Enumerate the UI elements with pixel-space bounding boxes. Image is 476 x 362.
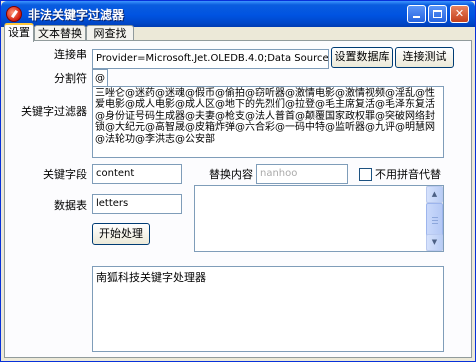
close-button[interactable]: ✕ bbox=[450, 5, 469, 23]
start-processing-button[interactable]: 开始处理 bbox=[92, 223, 150, 245]
keyword-filter-textarea[interactable]: 三唑仑@迷药@迷魂@假币@偷拍@窃听器@激情电影@激情视频@淫乱@性爱电影@成人… bbox=[92, 86, 444, 158]
tab-text-replace[interactable]: 文本替换 bbox=[34, 25, 86, 41]
key-field-input[interactable]: content bbox=[92, 164, 182, 184]
scroll-up-arrow-icon[interactable]: ▲ bbox=[426, 186, 443, 203]
app-icon[interactable] bbox=[6, 6, 22, 22]
pinyin-label[interactable]: 不用拼音代替 bbox=[375, 166, 441, 182]
replace-content-label: 替换内容 bbox=[209, 168, 253, 181]
output-listbox[interactable]: ▲ ▼ bbox=[194, 185, 444, 252]
minimize-button[interactable] bbox=[407, 5, 426, 23]
thumb-grip bbox=[432, 220, 438, 221]
results-textarea[interactable]: 南狐科技关键字处理器 bbox=[92, 266, 444, 352]
maximize-button[interactable] bbox=[428, 5, 447, 23]
scroll-down-arrow-icon[interactable]: ▼ bbox=[426, 234, 443, 251]
settings-panel: 连接串 Provider=Microsoft.Jet.OLEDB.4.0;Dat… bbox=[4, 40, 472, 358]
data-table-input[interactable]: letters bbox=[92, 194, 182, 214]
results-text: 南狐科技关键字处理器 bbox=[96, 271, 206, 284]
pinyin-checkbox[interactable] bbox=[359, 168, 372, 181]
title-bar[interactable]: 非法关键字过滤器 ✕ bbox=[1, 1, 475, 27]
separator-label: 分割符 bbox=[54, 72, 87, 85]
connection-label: 连接串 bbox=[54, 48, 87, 61]
close-icon: ✕ bbox=[454, 7, 465, 20]
maximize-icon bbox=[433, 10, 442, 18]
thumb-grip bbox=[432, 217, 438, 218]
connection-string-input[interactable]: Provider=Microsoft.Jet.OLEDB.4.0;Data So… bbox=[92, 49, 329, 69]
listbox-scrollbar[interactable]: ▲ ▼ bbox=[426, 186, 443, 251]
main-window: 非法关键字过滤器 ✕ 设置 文本替换 网查找 连接串 Provider=Micr… bbox=[0, 0, 476, 362]
key-field-label: 关键字段 bbox=[43, 168, 87, 181]
connection-test-button[interactable]: 连接测试 bbox=[395, 47, 454, 68]
set-database-button[interactable]: 设置数据库 bbox=[331, 47, 393, 68]
data-table-label: 数据表 bbox=[54, 199, 87, 212]
tab-settings[interactable]: 设置 bbox=[4, 23, 34, 42]
keyword-filter-label: 关键字过滤器 bbox=[21, 105, 87, 118]
thumb-grip bbox=[432, 223, 438, 224]
minimize-icon bbox=[413, 16, 420, 18]
replace-content-input[interactable]: nanhoo bbox=[256, 164, 348, 184]
window-title: 非法关键字过滤器 bbox=[28, 8, 125, 22]
tab-web-search[interactable]: 网查找 bbox=[86, 25, 134, 41]
keyword-filter-text: 三唑仑@迷药@迷魂@假币@偷拍@窃听器@激情电影@激情视频@淫乱@性爱电影@成人… bbox=[95, 88, 435, 145]
